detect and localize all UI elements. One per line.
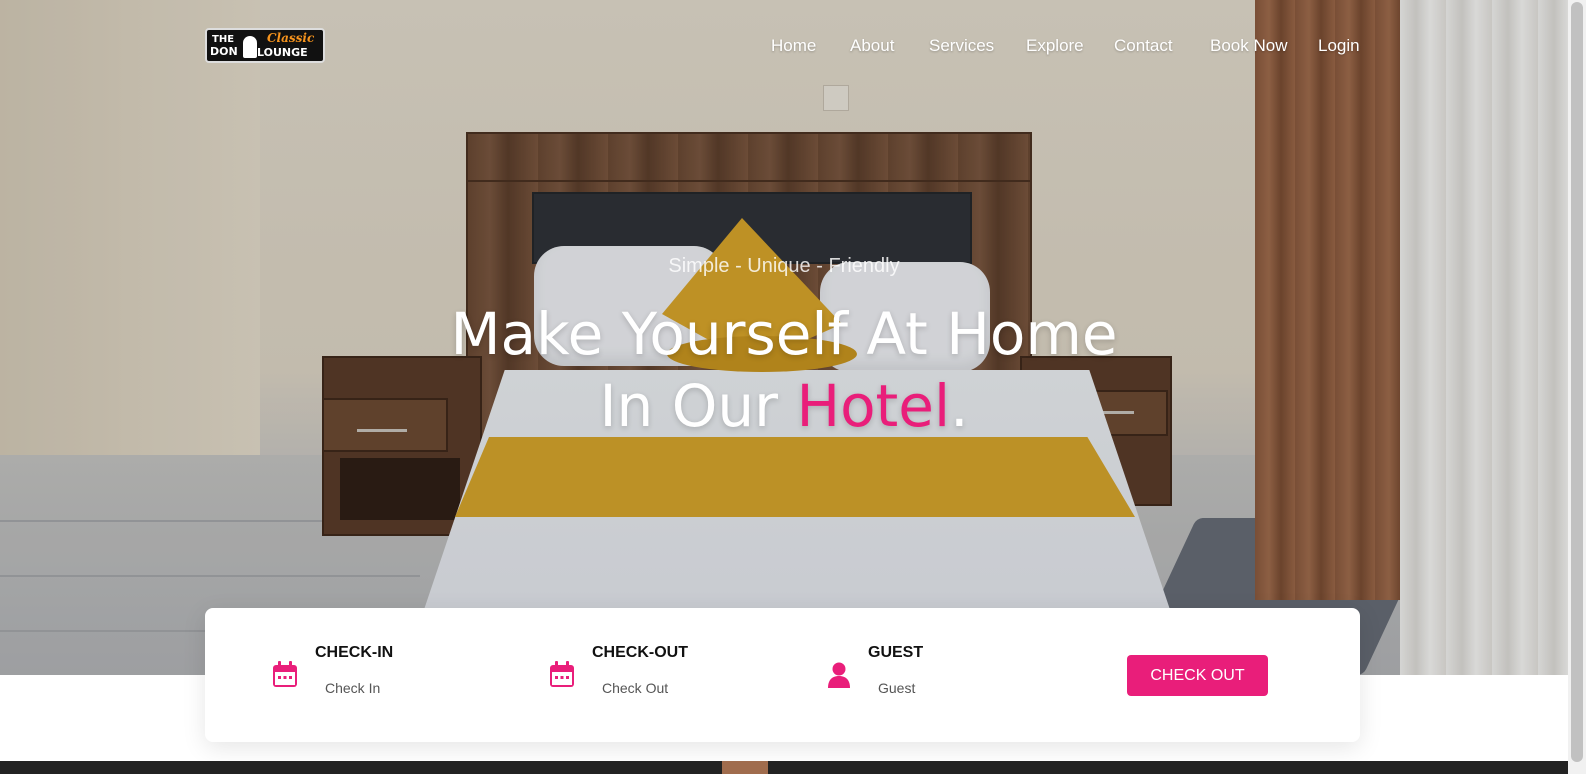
logo-text-don: DON (210, 45, 238, 58)
nav-contact[interactable]: Contact (1114, 36, 1173, 56)
hero-tagline: Simple - Unique - Friendly (668, 255, 900, 277)
hero-headline: Make Yourself At Home In Our Hotel. (0, 298, 1568, 442)
next-section-edge (0, 761, 1568, 774)
scrollbar-thumb[interactable] (1571, 2, 1583, 762)
nav-home[interactable]: Home (771, 36, 816, 56)
logo-text-classic: Classic (267, 31, 315, 45)
headline-prefix: In Our (599, 372, 797, 440)
check-out-button[interactable]: CHECK OUT (1127, 655, 1268, 696)
site-logo[interactable]: THE DON Classic LOUNGE (205, 28, 325, 63)
nav-services[interactable]: Services (929, 36, 994, 56)
calendar-icon (273, 661, 297, 687)
guest-field: GUEST (827, 608, 1077, 742)
logo-text-the: THE (212, 34, 235, 45)
headline-suffix: . (950, 372, 969, 440)
logo-text-lounge: LOUNGE (257, 46, 308, 59)
headline-line-1: Make Yourself At Home (450, 300, 1118, 368)
guest-input[interactable] (868, 677, 1038, 699)
logo-mark-icon (243, 36, 257, 58)
next-section-accent (722, 761, 768, 774)
booking-form: CHECK-IN CHECK-OUT GUEST CHECK OUT (205, 608, 1360, 742)
headline-accent: Hotel (796, 372, 951, 440)
calendar-icon (550, 661, 574, 687)
nav-login[interactable]: Login (1318, 36, 1360, 56)
nav-explore[interactable]: Explore (1026, 36, 1084, 56)
nav-about[interactable]: About (850, 36, 894, 56)
nav-book-now[interactable]: Book Now (1210, 36, 1287, 56)
checkin-field: CHECK-IN (272, 608, 522, 742)
headline-line-2: In Our Hotel. (0, 370, 1568, 442)
checkout-field: CHECK-OUT (549, 608, 799, 742)
checkin-input[interactable] (315, 677, 485, 699)
user-icon (828, 662, 850, 688)
checkout-input[interactable] (592, 677, 762, 699)
guest-label: GUEST (868, 644, 924, 661)
checkin-label: CHECK-IN (315, 644, 394, 661)
checkout-label: CHECK-OUT (592, 644, 688, 661)
